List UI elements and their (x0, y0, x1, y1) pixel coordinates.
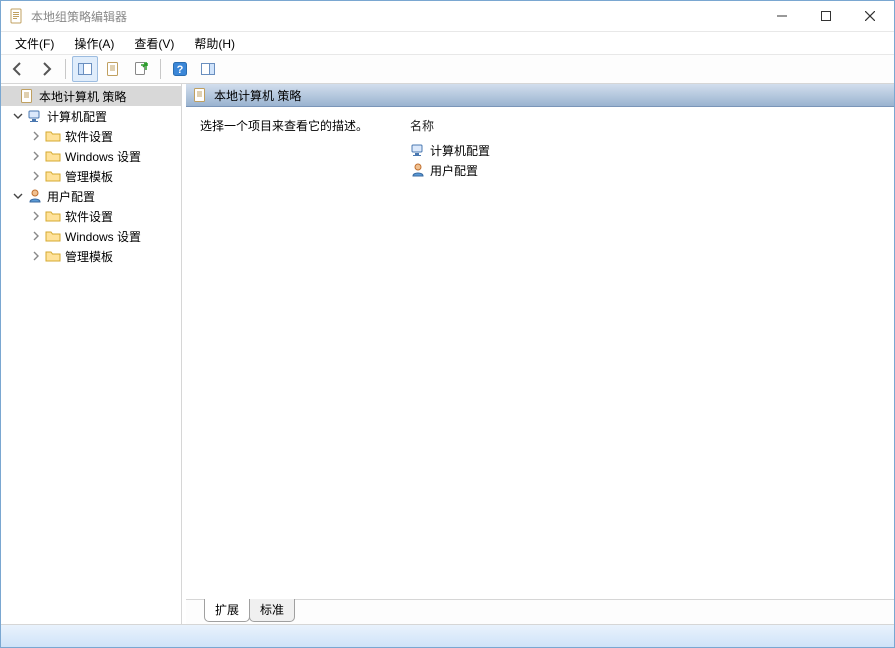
expand-icon[interactable] (29, 169, 43, 183)
folder-icon (45, 208, 61, 224)
user-icon (27, 188, 43, 204)
tree-pane[interactable]: 本地计算机 策略 计算机配置 (1, 84, 182, 624)
detail-header-title: 本地计算机 策略 (214, 87, 301, 104)
window-controls (760, 2, 892, 30)
computer-icon (27, 108, 43, 124)
maximize-button[interactable] (804, 2, 848, 30)
show-hide-action-pane-button[interactable] (195, 56, 221, 82)
expand-icon[interactable] (29, 209, 43, 223)
tree-item-uc-windows[interactable]: Windows 设置 (1, 226, 181, 246)
collapse-icon[interactable] (11, 109, 25, 123)
tree-item-root[interactable]: 本地计算机 策略 (1, 86, 181, 106)
tree-item-uc-software[interactable]: 软件设置 (1, 206, 181, 226)
expand-icon[interactable] (29, 229, 43, 243)
list-item-label: 计算机配置 (430, 142, 490, 159)
status-bar (1, 624, 894, 647)
expand-icon[interactable] (29, 129, 43, 143)
list-item-computer-config[interactable]: 计算机配置 (410, 140, 880, 160)
menu-help[interactable]: 帮助(H) (184, 33, 245, 54)
tree-item-label: 用户配置 (47, 188, 95, 205)
tree-item-cc-software[interactable]: 软件设置 (1, 126, 181, 146)
minimize-button[interactable] (760, 2, 804, 30)
menu-view[interactable]: 查看(V) (124, 33, 184, 54)
name-column-header[interactable]: 名称 (410, 117, 880, 134)
list-column: 名称 计算机配置 (410, 117, 880, 589)
folder-icon (45, 148, 61, 164)
tree-item-label: Windows 设置 (65, 228, 141, 245)
tree-item-label: 本地计算机 策略 (39, 88, 126, 105)
description-prompt: 选择一个项目来查看它的描述。 (200, 117, 380, 134)
toolbar: ? (1, 55, 894, 84)
collapse-icon[interactable] (11, 189, 25, 203)
app-window: 本地组策略编辑器 文件(F) 操作(A) 查看(V) 帮助(H) (0, 0, 895, 648)
main-body: 本地计算机 策略 计算机配置 (1, 84, 894, 624)
tree-item-computer-config[interactable]: 计算机配置 (1, 106, 181, 126)
folder-icon (45, 248, 61, 264)
expand-icon[interactable] (29, 149, 43, 163)
detail-header: 本地计算机 策略 (186, 84, 894, 107)
folder-icon (45, 128, 61, 144)
user-icon (410, 162, 426, 178)
export-list-button[interactable] (128, 56, 154, 82)
tree-item-label: 软件设置 (65, 128, 113, 145)
menu-bar: 文件(F) 操作(A) 查看(V) 帮助(H) (1, 32, 894, 55)
window-title: 本地组策略编辑器 (31, 8, 760, 25)
forward-button[interactable] (33, 56, 59, 82)
svg-text:?: ? (177, 64, 184, 76)
toolbar-separator (65, 59, 66, 79)
menu-action[interactable]: 操作(A) (64, 33, 124, 54)
list-item-user-config[interactable]: 用户配置 (410, 160, 880, 180)
tree-item-label: Windows 设置 (65, 148, 141, 165)
app-icon (9, 8, 25, 24)
policy-icon (192, 87, 208, 103)
menu-file[interactable]: 文件(F) (5, 33, 64, 54)
list-item-label: 用户配置 (430, 162, 478, 179)
tab-standard[interactable]: 标准 (249, 599, 295, 622)
tree-item-user-config[interactable]: 用户配置 (1, 186, 181, 206)
tree-item-cc-templates[interactable]: 管理模板 (1, 166, 181, 186)
tree-item-uc-templates[interactable]: 管理模板 (1, 246, 181, 266)
back-button[interactable] (5, 56, 31, 82)
close-button[interactable] (848, 2, 892, 30)
folder-icon (45, 168, 61, 184)
tree-item-label: 软件设置 (65, 208, 113, 225)
tab-extended[interactable]: 扩展 (204, 599, 250, 622)
detail-body: 选择一个项目来查看它的描述。 名称 计算机配置 (186, 107, 894, 599)
expand-icon[interactable] (29, 249, 43, 263)
detail-pane: 本地计算机 策略 选择一个项目来查看它的描述。 名称 (186, 84, 894, 624)
tab-strip: 扩展 标准 (186, 599, 894, 624)
title-bar: 本地组策略编辑器 (1, 1, 894, 32)
properties-button[interactable] (100, 56, 126, 82)
toolbar-separator (160, 59, 161, 79)
folder-icon (45, 228, 61, 244)
computer-icon (410, 142, 426, 158)
policy-icon (19, 88, 35, 104)
blank-twisty (3, 89, 17, 103)
tree-item-label: 管理模板 (65, 248, 113, 265)
tree-item-cc-windows[interactable]: Windows 设置 (1, 146, 181, 166)
show-hide-tree-button[interactable] (72, 56, 98, 82)
tree-item-label: 计算机配置 (47, 108, 107, 125)
description-column: 选择一个项目来查看它的描述。 (200, 117, 380, 589)
help-button[interactable]: ? (167, 56, 193, 82)
tree-item-label: 管理模板 (65, 168, 113, 185)
